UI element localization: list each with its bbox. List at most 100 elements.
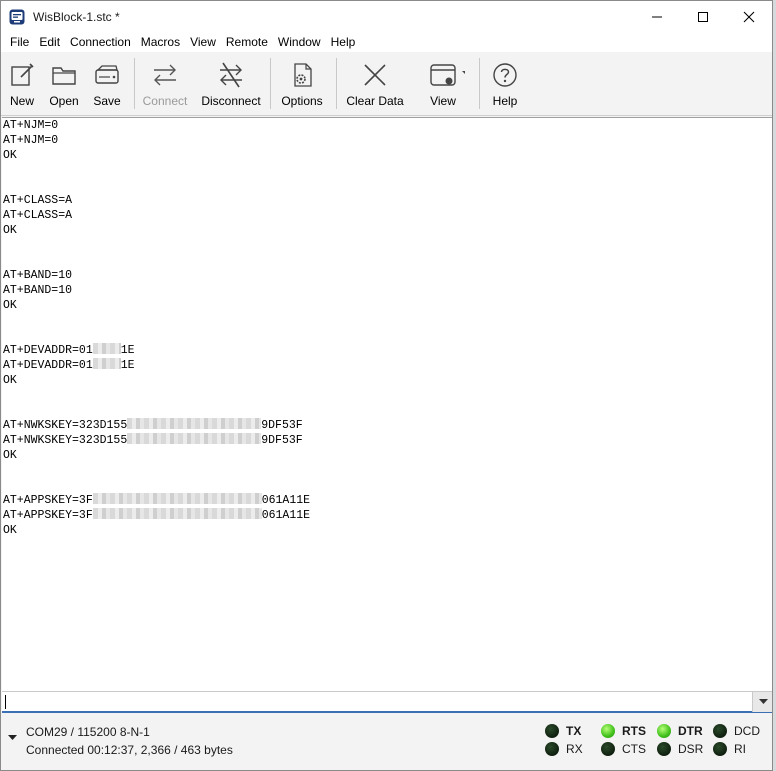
terminal-line-appskey: AT+APPSKEY=3F 061A11E [2,493,772,508]
terminal-line-appskey: AT+APPSKEY=3F 061A11E [2,508,772,523]
tx-led-icon [545,724,559,738]
menu-bar: File Edit Connection Macros View Remote … [1,32,772,52]
rts-led-icon [601,724,615,738]
terminal-text: AT+DEVADDR=01 [3,344,93,357]
help-button[interactable]: Help [480,52,530,115]
terminal-text: 9DF53F [261,419,303,432]
view-button[interactable]: View [413,52,473,115]
connection-status-text: Connected 00:12:37, 2,366 / 463 bytes [26,743,233,757]
status-bar: COM29 / 115200 8-N-1 Connected 00:12:37,… [1,714,772,770]
text-caret [5,695,6,709]
connect-label: Connect [142,94,188,108]
settings-document-icon [294,63,312,87]
view-window-icon [430,64,465,86]
clear-data-button[interactable]: Clear Data [337,52,413,115]
dsr-label: DSR [678,742,704,756]
save-button[interactable]: Save [85,52,129,115]
menu-edit[interactable]: Edit [34,35,65,49]
terminal-line: OK [3,449,17,462]
rx-led-icon [545,742,559,756]
redacted-value [92,358,121,369]
app-window: WisBlock-1.stc * File Edit Connection Ma… [0,0,773,771]
open-label: Open [49,94,79,108]
ri-led-icon [713,742,727,756]
options-label: Options [281,94,323,108]
connect-arrows-icon [154,64,176,86]
dtr-led-icon [657,724,671,738]
terminal-line: OK [3,224,17,237]
signal-rx: RX [545,742,583,756]
title-bar: WisBlock-1.stc * [1,1,772,32]
disconnect-label: Disconnect [201,94,261,108]
connect-button[interactable]: Connect [135,52,195,115]
terminal-line-nwkskey: AT+NWKSKEY=323D155 9DF53F [2,433,772,448]
minimize-button[interactable] [634,1,680,32]
terminal-text: 9DF53F [261,434,303,447]
signal-cts: CTS [601,742,646,756]
terminal-line-nwkskey: AT+NWKSKEY=323D155 9DF53F [2,418,772,433]
terminal-text: AT+NWKSKEY=323D155 [3,419,128,432]
dcd-led-icon [713,724,727,738]
terminal-line: AT+BAND=10 [3,269,73,282]
terminal-line: OK [3,149,17,162]
signal-dcd: DCD [713,724,760,738]
terminal-text: AT+APPSKEY=3F [3,509,93,522]
terminal-line: AT+BAND=10 [3,284,73,297]
send-input[interactable] [4,694,749,711]
terminal-line: AT+CLASS=A [3,209,73,222]
menu-window[interactable]: Window [273,35,326,49]
menu-connection[interactable]: Connection [65,35,136,49]
menu-help[interactable]: Help [326,35,361,49]
toolbar: New Open Save Connect Disconnect Options… [1,52,772,116]
terminal-text: AT+APPSKEY=3F [3,494,93,507]
redacted-value [92,343,121,354]
send-history-dropdown[interactable] [752,692,772,712]
signal-tx: TX [545,724,581,738]
dtr-label: DTR [678,724,703,738]
save-label: Save [93,94,121,108]
menu-macros[interactable]: Macros [136,35,185,49]
terminal-text: 1E [120,344,135,357]
new-button[interactable]: New [1,52,43,115]
expand-status-icon[interactable] [8,735,17,741]
terminal-text: 061A11E [261,509,311,522]
menu-view[interactable]: View [185,35,221,49]
help-label: Help [492,94,518,108]
clear-x-icon [364,64,386,86]
menu-file[interactable]: File [5,35,34,49]
drive-save-icon [95,65,119,84]
new-document-icon [11,63,34,86]
signal-dtr[interactable]: DTR [657,724,703,738]
close-window-button[interactable] [726,1,772,32]
terminal-output[interactable]: AT+NJM=0 AT+NJM=0 OK AT+CLASS=A AT+CLASS… [2,117,772,691]
terminal-text: 1E [120,359,135,372]
terminal-line: OK [3,524,17,537]
terminal-text: AT+DEVADDR=01 [3,359,93,372]
open-button[interactable]: Open [43,52,85,115]
signal-dsr: DSR [657,742,703,756]
cts-led-icon [601,742,615,756]
signal-rts[interactable]: RTS [601,724,646,738]
menu-remote[interactable]: Remote [221,35,273,49]
send-input-row [2,691,772,713]
terminal-line: OK [3,299,17,312]
redacted-value [127,433,262,444]
terminal-line: OK [3,374,17,387]
options-button[interactable]: Options [271,52,333,115]
rts-label: RTS [622,724,646,738]
disconnect-arrows-icon [220,62,242,88]
signal-ri: RI [713,742,746,756]
terminal-line-devaddr: AT+DEVADDR=01 1E [2,343,772,358]
maximize-button[interactable] [680,1,726,32]
dsr-led-icon [657,742,671,756]
disconnect-button[interactable]: Disconnect [195,52,267,115]
terminal-line: AT+NJM=0 [3,119,59,132]
close-icon [743,11,755,22]
cts-label: CTS [622,742,646,756]
